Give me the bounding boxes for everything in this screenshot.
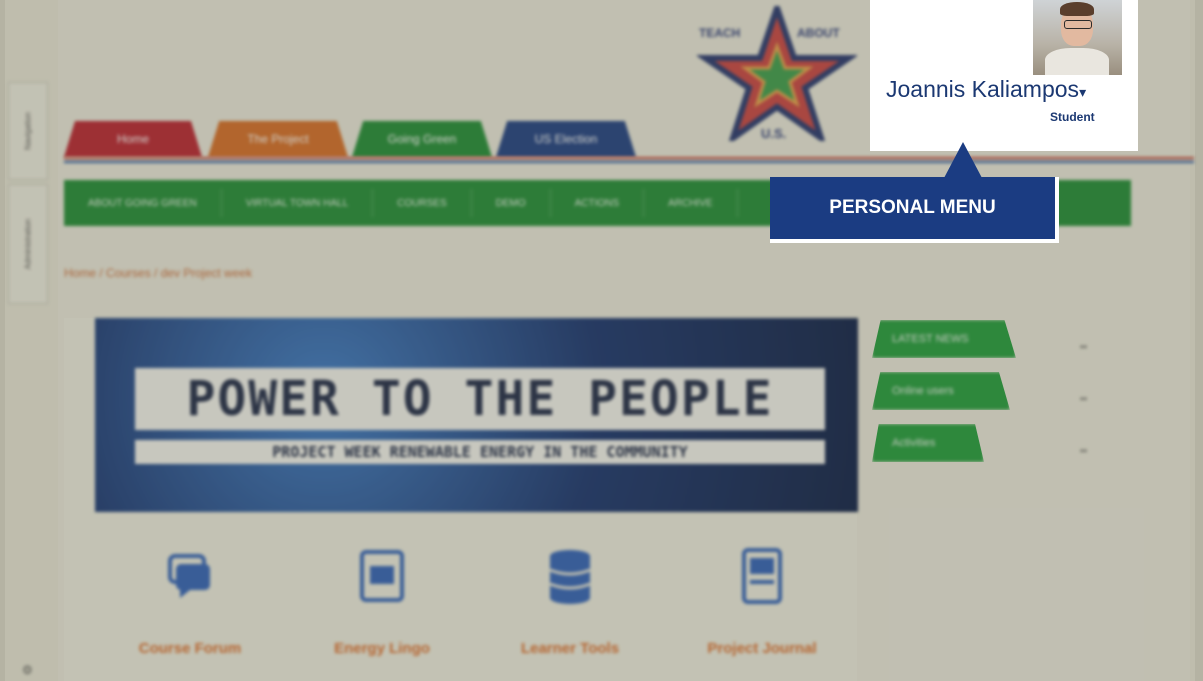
block-controls-icon[interactable]: ▪▪ <box>1080 342 1087 353</box>
forum-icon <box>166 548 214 604</box>
dock-tab-administration[interactable]: Administration <box>8 184 48 304</box>
personal-menu-callout: PERSONAL MENU <box>770 177 1059 243</box>
chevron-down-icon: ▾ <box>1079 84 1087 100</box>
logo-text-us: U.S. <box>761 126 787 141</box>
block-online-users[interactable]: Online users <box>872 372 1010 410</box>
activity-energy-lingo[interactable]: Energy Lingo <box>302 548 462 657</box>
side-dock: Navigation Administration <box>8 82 48 308</box>
nav-item-about-going-green[interactable]: ABOUT GOING GREEN <box>64 189 222 217</box>
avatar-shirt <box>1045 48 1109 75</box>
block-activities-label: Activities <box>892 437 936 449</box>
avatar[interactable] <box>1033 0 1122 75</box>
journal-icon <box>738 548 786 604</box>
tab-going-green[interactable]: Going Green <box>352 121 492 157</box>
banner-subtitle: PROJECT WEEK RENEWABLE ENERGY IN THE COM… <box>135 440 825 464</box>
breadcrumb[interactable]: Home / Courses / dev Project week <box>64 266 252 280</box>
block-online-users-label: Online users <box>892 385 954 397</box>
tab-home[interactable]: Home <box>64 121 202 157</box>
block-activities[interactable]: Activities <box>872 424 984 462</box>
block-latest-news-label: LATEST NEWS <box>892 333 969 345</box>
block-latest-news[interactable]: LATEST NEWS <box>872 320 1016 358</box>
user-role: Student <box>1050 110 1095 124</box>
settings-gear-icon[interactable]: ⚙ <box>22 663 33 677</box>
avatar-hair <box>1060 2 1094 16</box>
activity-project-journal[interactable]: Project Journal <box>682 548 842 657</box>
tab-home-label: Home <box>116 132 149 146</box>
nav-item-virtual-town-hall[interactable]: VIRTUAL TOWN HALL <box>222 189 374 217</box>
tab-the-project-label: The Project <box>247 132 309 146</box>
activity-energy-lingo-label: Energy Lingo <box>334 640 430 657</box>
block-controls-icon[interactable]: ▪▪ <box>1080 394 1087 405</box>
teach-about-us-logo[interactable]: TEACH ABOUT U.S. <box>695 0 859 146</box>
activity-learner-tools-label: Learner Tools <box>520 640 620 657</box>
user-name: Joannis Kaliampos <box>886 76 1080 102</box>
nav-item-actions[interactable]: ACTIONS <box>551 189 645 217</box>
activity-course-forum[interactable]: Course Forum <box>110 548 270 657</box>
user-menu-toggle[interactable]: Joannis Kaliampos▾ <box>886 76 1086 103</box>
banner-title: POWER TO THE PEOPLE <box>135 368 825 430</box>
tab-the-project[interactable]: The Project <box>208 121 348 157</box>
nav-item-courses[interactable]: COURSES <box>373 189 472 217</box>
dock-tab-navigation-label: Navigation <box>23 112 33 150</box>
database-icon <box>546 548 594 604</box>
activity-learner-tools[interactable]: Learner Tools <box>490 548 650 657</box>
logo-text-about: ABOUT <box>797 26 840 40</box>
nav-item-demo[interactable]: DEMO <box>472 189 551 217</box>
tab-us-election-label: US Election <box>534 132 598 146</box>
activity-project-journal-label: Project Journal <box>707 640 817 657</box>
dock-tab-administration-label: Administration <box>23 218 33 270</box>
dock-tab-navigation[interactable]: Navigation <box>8 82 48 180</box>
tab-us-election[interactable]: US Election <box>496 121 636 157</box>
nav-item-archive[interactable]: ARCHIVE <box>644 189 738 217</box>
logo-text-teach: TEACH <box>699 26 741 40</box>
activity-course-forum-label: Course Forum <box>138 640 242 657</box>
avatar-glasses <box>1064 20 1092 29</box>
block-controls-icon[interactable]: ▪▪ <box>1080 446 1087 457</box>
callout-pointer <box>944 142 982 178</box>
tab-going-green-label: Going Green <box>387 132 457 146</box>
glossary-icon <box>358 548 406 604</box>
header-stripe <box>64 157 1194 163</box>
